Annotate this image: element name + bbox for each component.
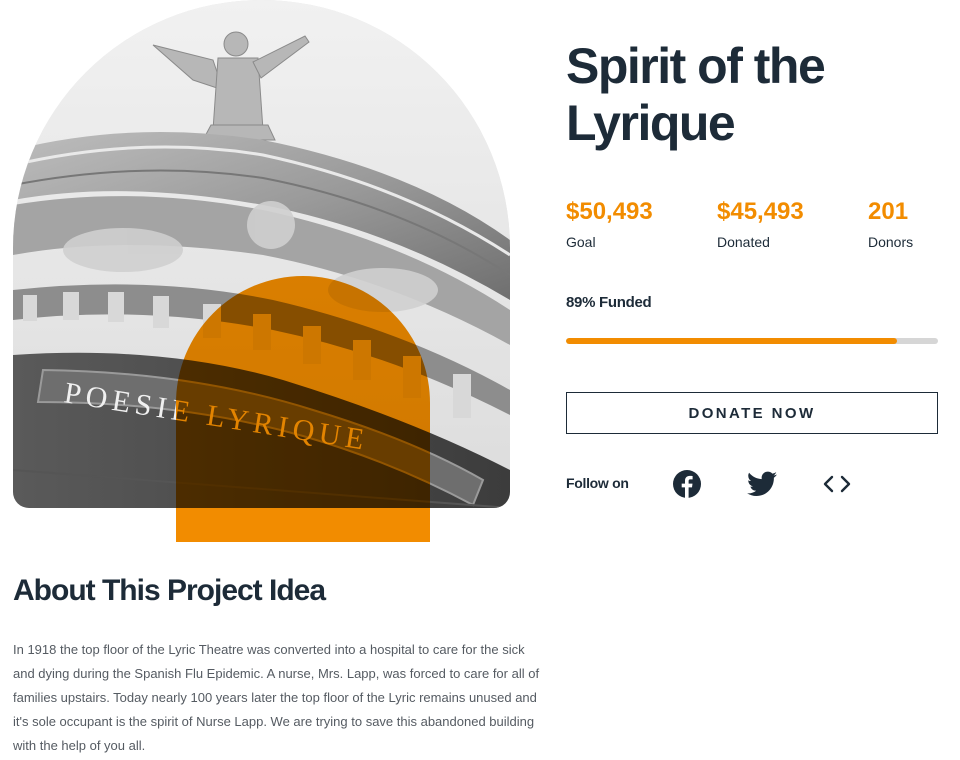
stat-donors-value: 201 [868,198,909,225]
funding-progress-fill [566,338,898,344]
facebook-icon [673,470,701,498]
funding-progress-bar [566,338,938,344]
about-description: In 1918 the top floor of the Lyric Theat… [13,642,540,753]
hero-accent-shape [176,276,430,542]
stat-goal-value: $50,493 [566,198,653,225]
project-title: Spirit of the Lyrique [566,38,826,151]
embed-link[interactable] [821,468,853,500]
embed-code-icon [823,475,851,493]
follow-on-label: Follow on [566,475,629,491]
stat-goal: $50,493 Goal [566,198,653,250]
about-title: About This Project Idea [13,574,326,607]
stat-donors-label: Donors [868,234,914,250]
twitter-icon [747,471,777,496]
stat-donated-value: $45,493 [717,198,804,225]
stat-goal-label: Goal [566,234,596,250]
facebook-link[interactable] [671,468,703,500]
stat-donors: 201 Donors [868,198,913,250]
hero-accent-base [176,508,430,542]
stat-donated-label: Donated [717,234,770,250]
stat-donated: $45,493 Donated [717,198,804,250]
twitter-link[interactable] [746,468,778,500]
funded-label: 89% Funded [566,294,652,311]
donate-now-button[interactable]: DONATE NOW [566,392,938,434]
